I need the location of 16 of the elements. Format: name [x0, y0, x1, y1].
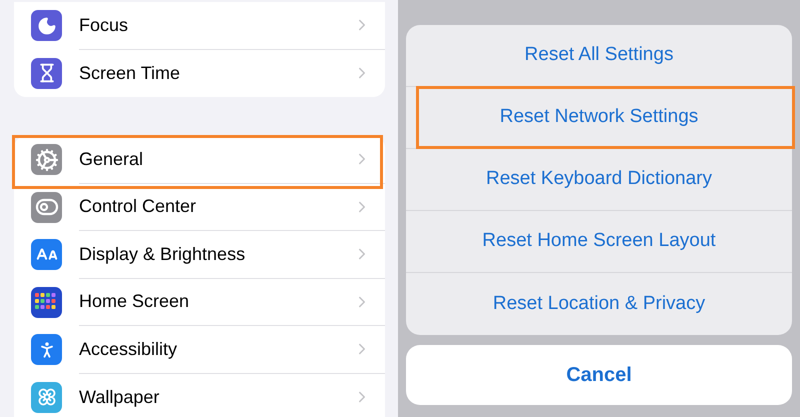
settings-item[interactable]: Accessibility: [79, 336, 353, 363]
settings-item[interactable]: Home Screen: [79, 288, 353, 316]
reset-option[interactable]: Reset Keyboard Dictionary: [478, 165, 720, 194]
settings-item[interactable]: General: [79, 146, 353, 173]
settings-item[interactable]: Focus: [79, 12, 353, 39]
settings-item[interactable]: Control Center: [79, 193, 353, 220]
cancel-button[interactable]: Cancel: [406, 345, 792, 405]
moon-icon: [36, 16, 56, 36]
flower-icon: [36, 387, 56, 408]
reset-option[interactable]: Reset Location & Privacy: [484, 290, 714, 318]
settings-item[interactable]: Display & Brightness: [79, 240, 353, 268]
reset-option[interactable]: Reset Home Screen Layout: [474, 227, 724, 256]
reset-option[interactable]: Reset Network Settings: [492, 103, 706, 132]
reset-option[interactable]: Reset All Settings: [516, 41, 682, 70]
settings-item[interactable]: Wallpaper: [79, 384, 353, 411]
settings-item[interactable]: Screen Time: [79, 60, 353, 87]
